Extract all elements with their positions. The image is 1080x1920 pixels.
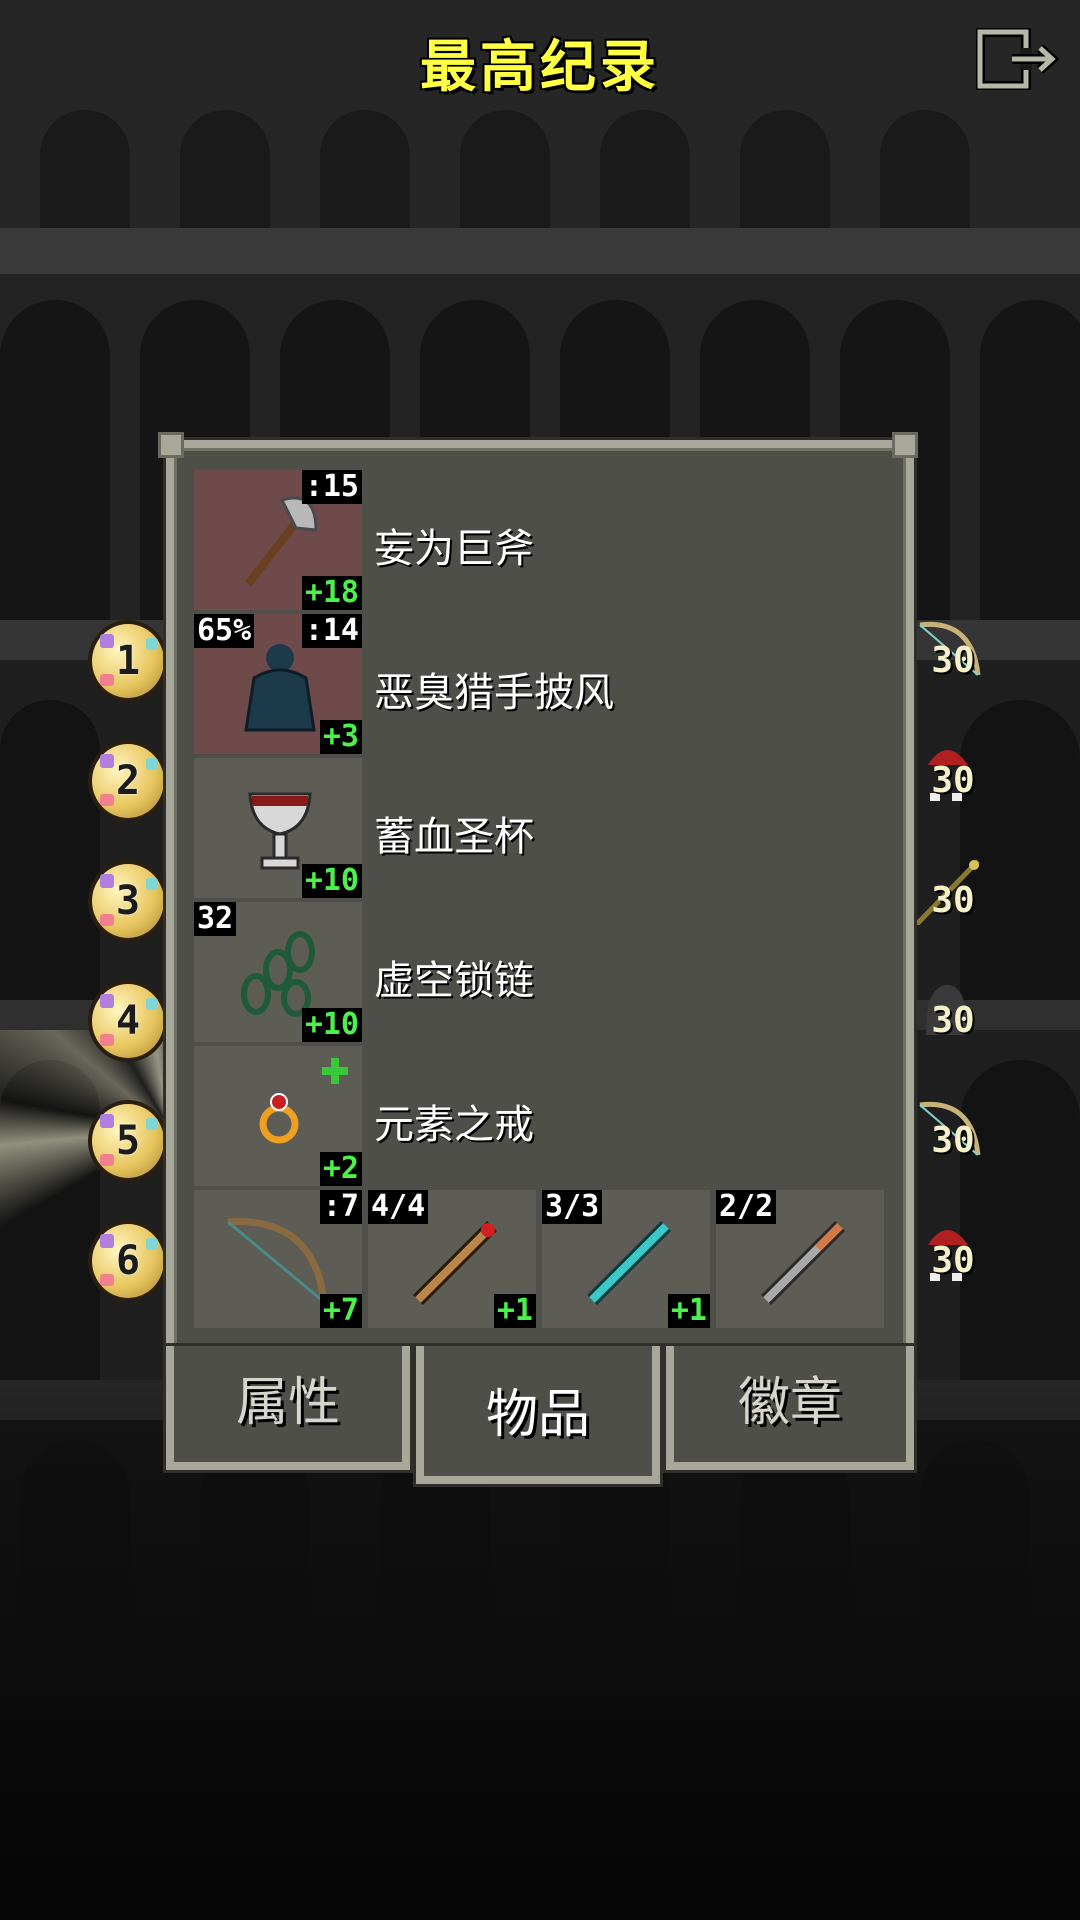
charge-count-tag: 2/2 bbox=[716, 1190, 777, 1224]
item-slot[interactable]: +10 bbox=[194, 758, 362, 898]
item-name: 蓄血圣杯 bbox=[374, 814, 534, 860]
crystal-wand-icon bbox=[587, 1221, 671, 1305]
upgrade-tag: +1 bbox=[667, 1294, 710, 1328]
rank-badge-4[interactable]: 4 bbox=[88, 980, 168, 1062]
quickslot-wand[interactable]: 4/4 +1 bbox=[368, 1190, 536, 1328]
tab-stats[interactable]: 属性 bbox=[166, 1346, 410, 1470]
green-plus-icon bbox=[322, 1058, 348, 1084]
item-row-chains[interactable]: 32 +10 虚空锁链 bbox=[194, 902, 882, 1042]
item-row-cloak[interactable]: 65% :14 +3 恶臭猎手披风 bbox=[194, 614, 882, 754]
tab-items[interactable]: 物品 bbox=[416, 1346, 660, 1484]
charge-count-tag: 32 bbox=[194, 902, 237, 936]
item-level-tag: :15 bbox=[301, 470, 362, 504]
item-name: 元素之戒 bbox=[374, 1102, 534, 1148]
item-row-ring[interactable]: +2 元素之戒 bbox=[194, 1046, 882, 1186]
rank-number: 2 bbox=[115, 758, 141, 804]
tab-label: 徽章 bbox=[737, 1373, 842, 1433]
upgrade-tag: +18 bbox=[301, 576, 362, 610]
rank-badge-1[interactable]: 1 bbox=[88, 620, 168, 702]
panel-corner bbox=[158, 432, 184, 458]
rank-number: 6 bbox=[115, 1238, 141, 1284]
rank-level: 30 bbox=[931, 880, 975, 921]
rank-badge-2[interactable]: 2 bbox=[88, 740, 168, 822]
quickslot-crystal-wand[interactable]: 3/3 +1 bbox=[542, 1190, 710, 1328]
rank-badge-5[interactable]: 5 bbox=[88, 1100, 168, 1182]
upgrade-tag: +2 bbox=[319, 1152, 362, 1186]
copper-wand-icon bbox=[761, 1221, 845, 1305]
item-name: 妄为巨斧 bbox=[374, 526, 534, 572]
page-title: 最高纪录 bbox=[420, 35, 660, 100]
chalice-icon bbox=[248, 792, 312, 870]
item-row-greataxe[interactable]: :15 +18 妄为巨斧 bbox=[194, 470, 882, 610]
quickslot-bow[interactable]: :7 +7 bbox=[194, 1190, 362, 1328]
item-level-tag: :7 bbox=[319, 1190, 362, 1224]
ring-icon bbox=[259, 1093, 299, 1144]
charge-count-tag: 3/3 bbox=[542, 1190, 603, 1224]
upgrade-tag: +3 bbox=[319, 720, 362, 754]
rank-level: 30 bbox=[931, 640, 975, 681]
item-level-tag: :14 bbox=[301, 614, 362, 648]
tab-badges[interactable]: 徽章 bbox=[666, 1346, 914, 1470]
item-slot[interactable]: 65% :14 +3 bbox=[194, 614, 362, 754]
rank-badge-3[interactable]: 3 bbox=[88, 860, 168, 942]
charge-count-tag: 4/4 bbox=[368, 1190, 429, 1224]
exit-button[interactable] bbox=[975, 27, 1060, 91]
rank-level: 30 bbox=[931, 1240, 975, 1281]
bow-icon bbox=[227, 1218, 328, 1304]
item-slot[interactable]: +2 bbox=[194, 1046, 362, 1186]
rank-badge-6[interactable]: 6 bbox=[88, 1220, 168, 1302]
item-slot[interactable]: :15 +18 bbox=[194, 470, 362, 610]
rank-number: 3 bbox=[115, 878, 141, 924]
tab-label: 属性 bbox=[235, 1373, 340, 1433]
item-name: 恶臭猎手披风 bbox=[374, 670, 614, 716]
tab-label: 物品 bbox=[485, 1385, 590, 1445]
item-row-chalice[interactable]: +10 蓄血圣杯 bbox=[194, 758, 882, 898]
charge-percent-tag: 65% bbox=[194, 614, 255, 648]
rank-number: 5 bbox=[115, 1118, 141, 1164]
item-name: 虚空锁链 bbox=[374, 958, 534, 1004]
upgrade-tag: +10 bbox=[301, 864, 362, 898]
upgrade-tag: +7 bbox=[319, 1294, 362, 1328]
rank-number: 4 bbox=[115, 998, 141, 1044]
exit-door-icon bbox=[975, 27, 1060, 91]
panel-corner bbox=[892, 432, 918, 458]
item-slot[interactable]: 32 +10 bbox=[194, 902, 362, 1042]
rank-level: 30 bbox=[931, 760, 975, 801]
upgrade-tag: +10 bbox=[301, 1008, 362, 1042]
wand-icon bbox=[413, 1221, 497, 1305]
rank-number: 1 bbox=[115, 638, 141, 684]
rank-level: 30 bbox=[931, 1000, 975, 1041]
cloak-armor-icon bbox=[244, 644, 316, 732]
upgrade-tag: +1 bbox=[493, 1294, 536, 1328]
rank-level: 30 bbox=[931, 1120, 975, 1161]
quickslot-copper-wand[interactable]: 2/2 bbox=[716, 1190, 884, 1328]
